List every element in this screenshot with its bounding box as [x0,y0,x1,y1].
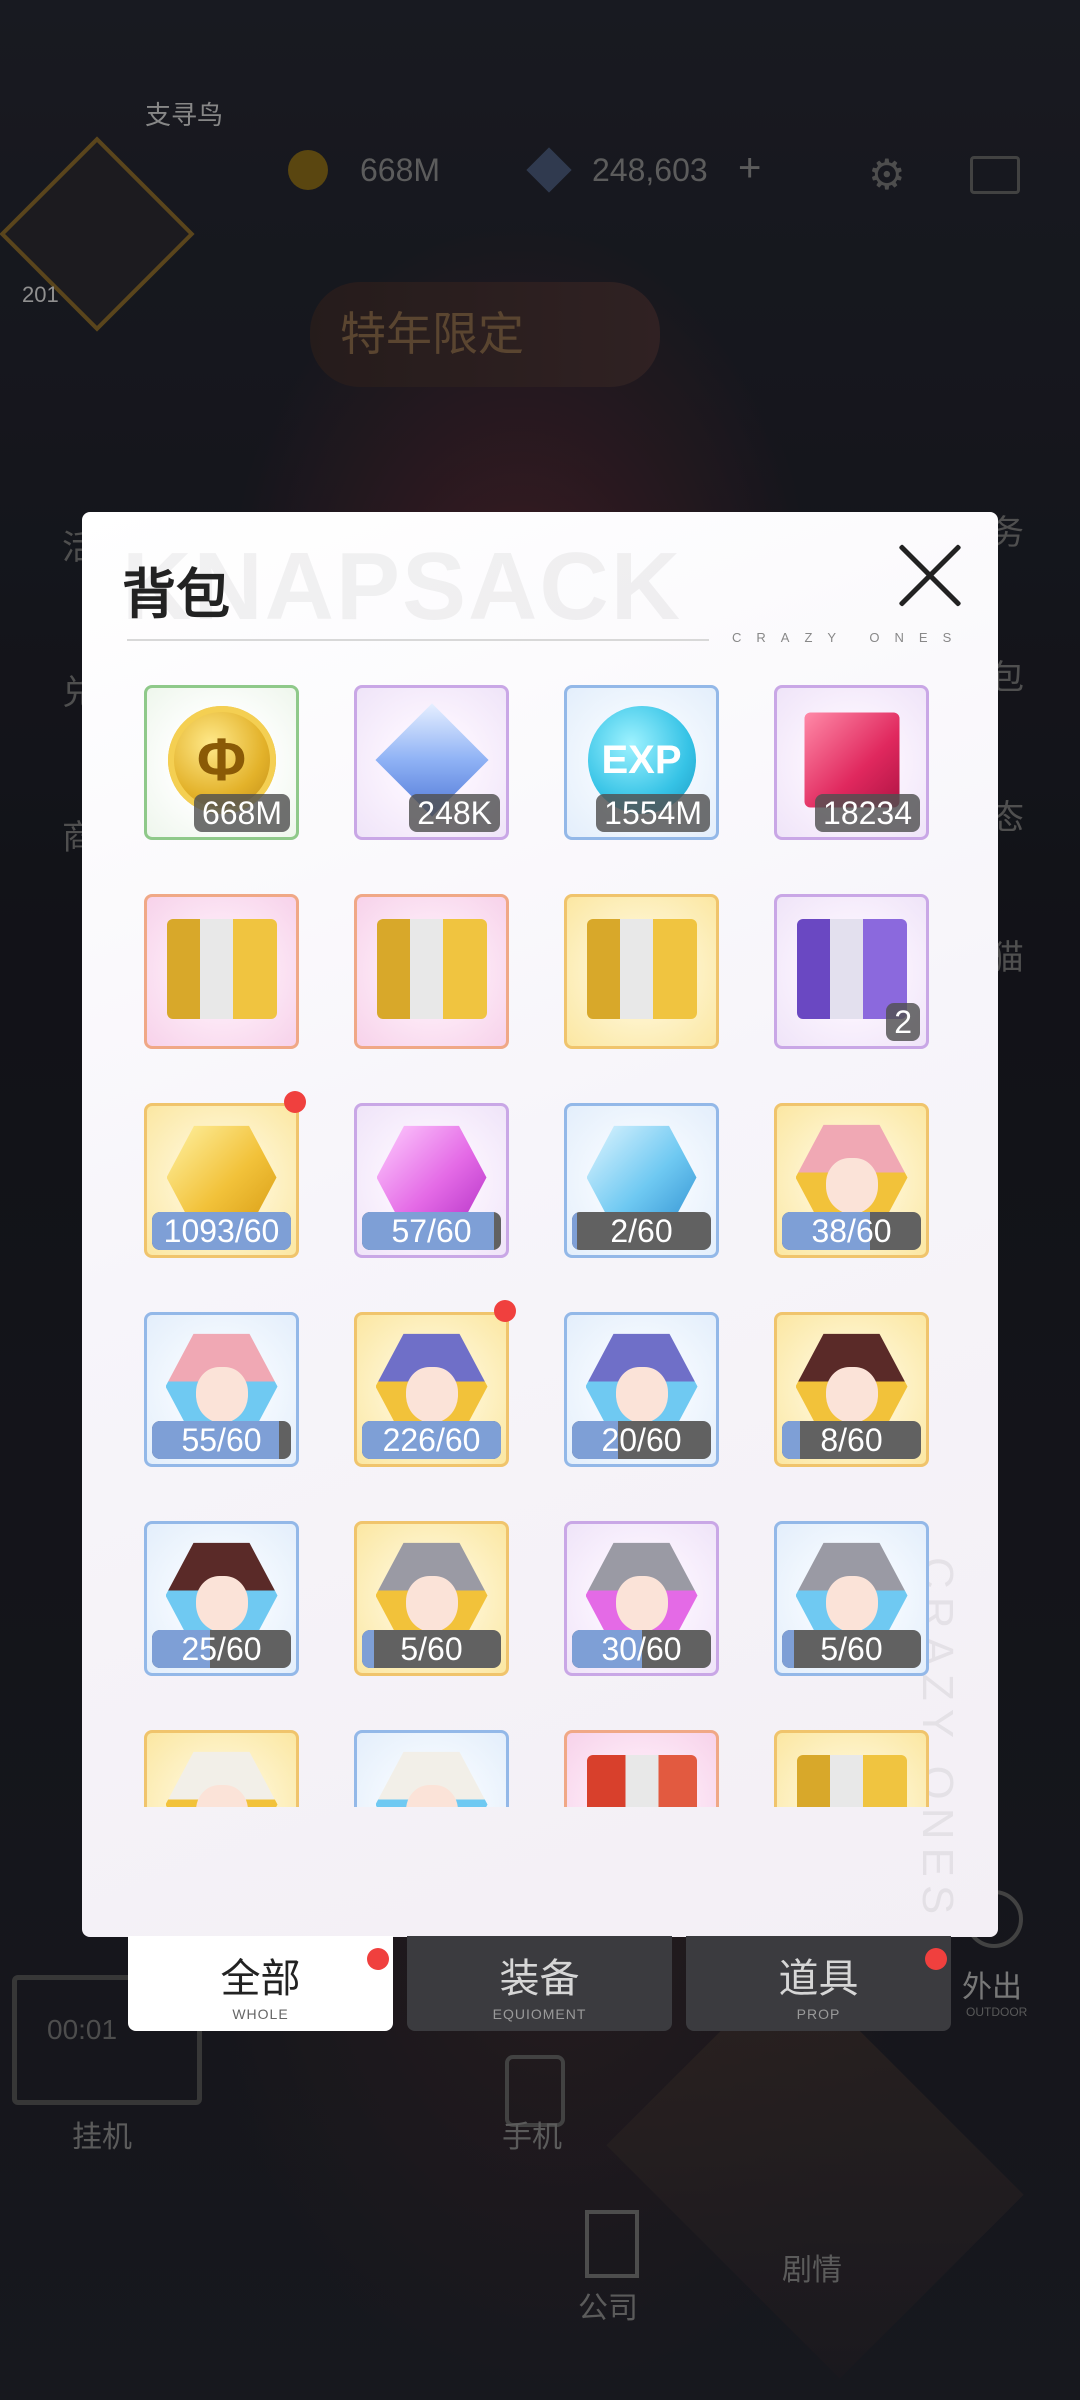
item-grid: Φ 668M 248K EXP 1554M 18234 2 1093/60 57/60 2/60 3… [82,682,998,1807]
inventory-item[interactable]: 9/60 [144,1730,299,1807]
shard-progress-bar: 20/60 [572,1421,711,1459]
inventory-item[interactable]: 2/60 [564,1103,719,1258]
gold-box-icon [586,918,697,1019]
gold-box-icon [166,918,277,1019]
character-face-icon [825,1575,878,1632]
character-face-icon [405,1784,458,1807]
character-face-icon [195,1784,248,1807]
gold-box-icon [376,918,487,1019]
shard-progress-bar: 2/60 [572,1212,711,1250]
inventory-item[interactable]: 40/60 [354,1730,509,1807]
inventory-item[interactable]: 38/60 [774,1103,929,1258]
progress-text: 5/60 [400,1631,463,1667]
inventory-item[interactable]: 226/60 [354,1312,509,1467]
modal-title: 背包 [122,565,230,625]
character-face-icon [825,1157,878,1214]
new-item-dot [494,1300,516,1322]
inventory-item[interactable]: 8/60 [774,1312,929,1467]
inventory-item[interactable] [564,894,719,1049]
inventory-item[interactable]: 25/60 [144,1521,299,1676]
inventory-item[interactable]: Φ 668M [144,685,299,840]
inventory-item[interactable]: 248K [354,685,509,840]
character-face-icon [615,1366,668,1423]
progress-text: 20/60 [601,1422,682,1458]
tab-sublabel: WHOLE [232,2006,289,2022]
inventory-item[interactable] [144,894,299,1049]
character-shard-icon [375,1751,488,1807]
title-divider [127,639,709,641]
gold-puzzle-box-icon [796,1754,907,1807]
progress-text: 25/60 [181,1631,262,1667]
progress-text: 2/60 [610,1213,673,1249]
item-count: 18234 [815,794,920,832]
inventory-item[interactable]: 55/60 [144,1312,299,1467]
item-count: 2 [886,1003,920,1041]
character-face-icon [405,1575,458,1632]
inventory-item[interactable] [354,894,509,1049]
tab-sublabel: PROP [796,2006,841,2022]
red-puzzle-box-icon [586,1754,697,1807]
shard-progress-bar: 226/60 [362,1421,501,1459]
progress-text: 226/60 [382,1422,481,1458]
progress-text: 30/60 [601,1631,682,1667]
progress-text: 38/60 [811,1213,892,1249]
progress-text: 5/60 [820,1631,883,1667]
character-face-icon [195,1366,248,1423]
inventory-item[interactable]: 1093/60 [144,1103,299,1258]
item-count: 668M [193,794,290,832]
shard-progress-bar: 25/60 [152,1630,291,1668]
character-face-icon [615,1575,668,1632]
close-button[interactable] [894,540,966,612]
new-item-dot [284,1091,306,1113]
inventory-item[interactable]: 57/60 [354,1103,509,1258]
progress-text: 57/60 [391,1213,472,1249]
progress-text: 8/60 [820,1422,883,1458]
shard-progress-bar: 57/60 [362,1212,501,1250]
shard-progress-bar: 55/60 [152,1421,291,1459]
red-cube-icon [804,712,899,808]
tab-label: 道具 [778,1957,859,2001]
inventory-item[interactable]: 5/60 [774,1521,929,1676]
shard-progress-bar: 30/60 [572,1630,711,1668]
tab-label: 全部 [220,1957,301,2001]
inventory-item[interactable]: 40/60 [564,1730,719,1807]
character-shard-icon [165,1751,278,1807]
item-count: 248K [409,794,500,832]
progress-text: 55/60 [181,1422,262,1458]
tab-prop[interactable]: 道具 PROP [686,1936,951,2031]
shard-progress-bar: 5/60 [782,1630,921,1668]
brand-tag: CRAZY ONES [732,630,967,645]
progress-text: 1093/60 [163,1213,280,1249]
tab-whole[interactable]: 全部 WHOLE [128,1936,393,2031]
inventory-item[interactable]: 30/60 [564,1521,719,1676]
knapsack-modal: KNAPSACK 背包 CRAZY ONES CRAZY ONES Φ 668M 2… [82,512,998,1937]
inventory-item[interactable]: 52/60 [774,1730,929,1807]
inventory-item[interactable]: 20/60 [564,1312,719,1467]
character-face-icon [195,1575,248,1632]
tab-label: 装备 [499,1957,580,2001]
shard-progress-bar: 38/60 [782,1212,921,1250]
shard-progress-bar: 5/60 [362,1630,501,1668]
character-face-icon [825,1366,878,1423]
inventory-item[interactable]: EXP 1554M [564,685,719,840]
shard-progress-bar: 1093/60 [152,1212,291,1250]
tab-notification-dot [367,1948,389,1970]
shard-progress-bar: 8/60 [782,1421,921,1459]
inventory-item[interactable]: 18234 [774,685,929,840]
tab-equipment[interactable]: 装备 EQUIOMENT [407,1936,672,2031]
tab-notification-dot [925,1948,947,1970]
tab-sublabel: EQUIOMENT [492,2006,587,2022]
inventory-item[interactable]: 5/60 [354,1521,509,1676]
item-count: 1554M [596,794,710,832]
character-face-icon [405,1366,458,1423]
inventory-item[interactable]: 2 [774,894,929,1049]
